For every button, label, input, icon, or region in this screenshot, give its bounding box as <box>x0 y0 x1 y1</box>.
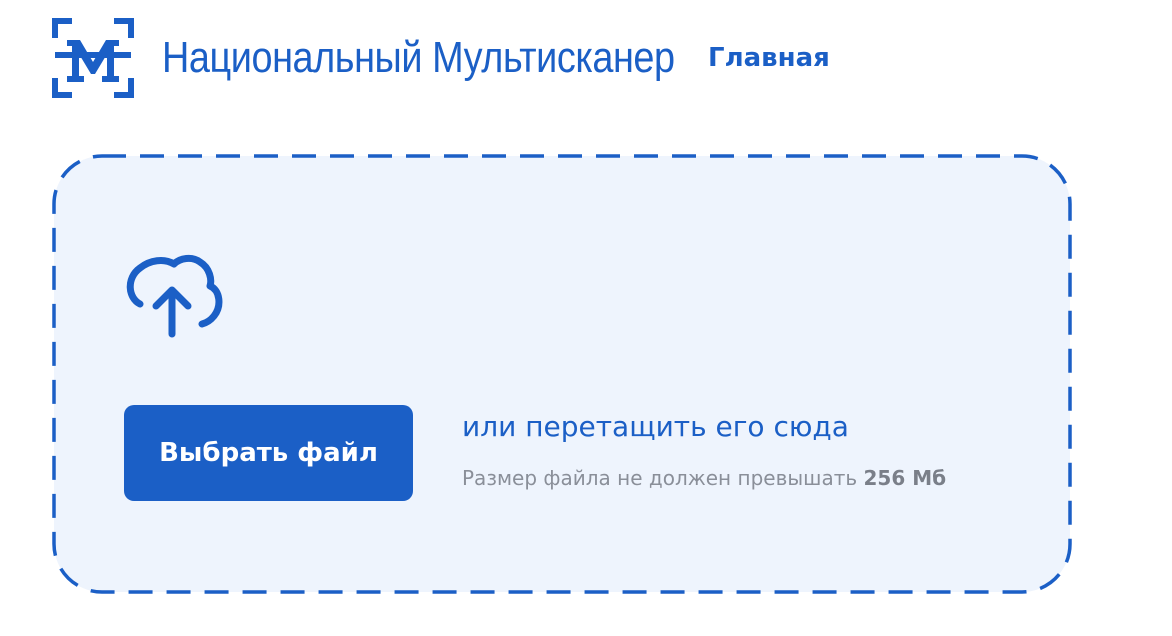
size-limit-hint: Размер файла не должен превышать 256 Мб <box>462 466 946 490</box>
nav-home-link[interactable]: Главная <box>708 43 830 73</box>
scanner-logo-icon[interactable] <box>52 18 134 98</box>
dropzone-border <box>52 154 1072 594</box>
choose-file-button[interactable]: Выбрать файл <box>124 405 413 501</box>
page: Национальный Мультисканер Главная Выбрат… <box>0 0 1172 636</box>
cloud-upload-icon <box>126 254 223 338</box>
header: Национальный Мультисканер Главная <box>52 18 830 98</box>
size-limit-value: 256 Мб <box>863 466 947 490</box>
size-limit-prefix: Размер файла не должен превышать <box>462 466 858 490</box>
file-dropzone[interactable]: Выбрать файл или перетащить его сюда Раз… <box>52 154 1072 594</box>
brand-name: Национальный Мультисканер <box>162 33 675 82</box>
drag-hint-text: или перетащить его сюда <box>462 410 849 443</box>
